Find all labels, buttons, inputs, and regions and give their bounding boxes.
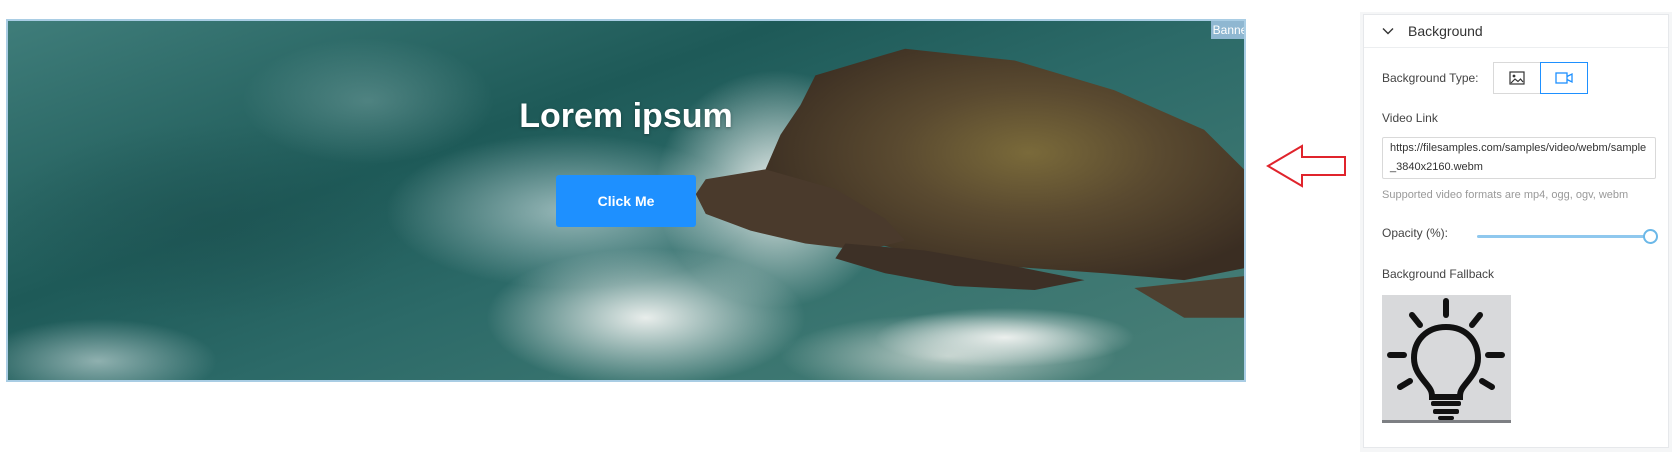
banner-tag: Banner: [1211, 21, 1244, 39]
opacity-slider-track[interactable]: [1477, 235, 1652, 238]
background-type-label: Background Type:: [1382, 71, 1479, 85]
video-icon: [1555, 72, 1573, 84]
video-link-label: Video Link: [1382, 111, 1438, 125]
opacity-slider-handle[interactable]: [1642, 229, 1658, 244]
background-type-toggle: [1493, 62, 1589, 94]
background-type-video-button[interactable]: [1540, 62, 1588, 94]
image-icon: [1509, 71, 1525, 85]
section-header[interactable]: Background: [1364, 15, 1668, 48]
background-fallback-image[interactable]: [1382, 295, 1511, 423]
opacity-label: Opacity (%):: [1382, 226, 1449, 240]
banner-title: Lorem ipsum: [519, 97, 733, 135]
video-link-input[interactable]: https://filesamples.com/samples/video/we…: [1382, 137, 1656, 179]
banner-preview[interactable]: Banner Lorem ipsum Click Me: [6, 19, 1246, 382]
section-title: Background: [1408, 23, 1483, 39]
background-fallback-label: Background Fallback: [1382, 267, 1495, 281]
arrow-left-icon: [1266, 144, 1346, 188]
background-type-image-button[interactable]: [1493, 62, 1541, 94]
video-format-hint: Supported video formats are mp4, ogg, og…: [1382, 189, 1629, 201]
click-me-button[interactable]: Click Me: [556, 175, 696, 227]
chevron-down-icon[interactable]: [1382, 25, 1394, 37]
background-settings-panel: Background Background Type: Video Link h…: [1363, 14, 1669, 448]
lightbulb-icon: [1387, 298, 1505, 420]
